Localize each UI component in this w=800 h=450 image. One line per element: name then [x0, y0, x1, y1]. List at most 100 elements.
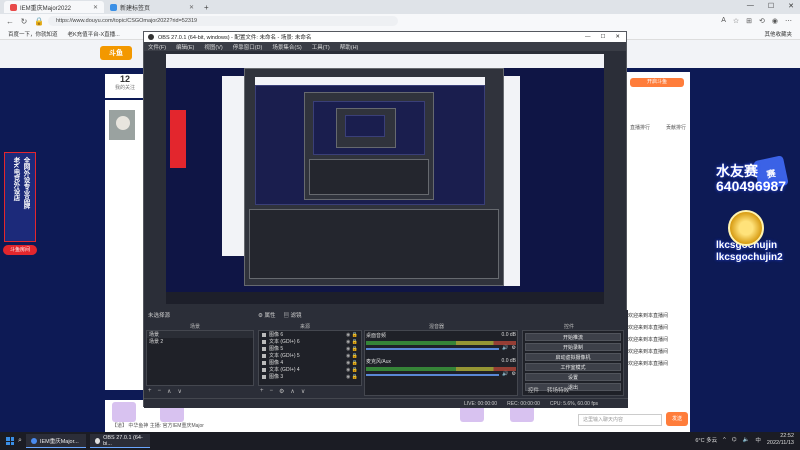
- menu-scene-collection[interactable]: 场景集合(S): [272, 43, 301, 51]
- source-item[interactable]: 图像 6 ◉ 🔒: [259, 331, 361, 338]
- ime-indicator[interactable]: 中: [755, 436, 761, 444]
- start-streaming-button[interactable]: 开始推流: [525, 333, 621, 341]
- move-down-button[interactable]: ∨: [301, 388, 305, 395]
- settings-button[interactable]: 设置: [525, 373, 621, 381]
- network-icon[interactable]: ⌬: [732, 437, 737, 443]
- windows-start-icon[interactable]: [6, 437, 14, 445]
- gift-icon[interactable]: [112, 402, 136, 422]
- weather-text[interactable]: 6°C 多云: [695, 436, 717, 444]
- obs-preview-canvas[interactable]: [166, 54, 604, 304]
- obs-window: OBS 27.0.1 (64-bit, windows) - 配置文件: 未命名…: [143, 31, 628, 408]
- douyu-logo[interactable]: 斗鱼: [100, 46, 132, 60]
- tab-transitions[interactable]: 转场特效: [547, 386, 569, 394]
- back-arrow-icon[interactable]: ←: [6, 17, 14, 26]
- source-item[interactable]: 文本 (GDI+) 6 ◉ 🔒: [259, 338, 361, 345]
- browser-tab-inactive[interactable]: 新建标签页 ✕: [104, 1, 200, 13]
- speaker-icon[interactable]: 🔊: [502, 345, 508, 351]
- clock[interactable]: 22:52 2022/11/13: [767, 433, 794, 447]
- chat-input[interactable]: 这里输入聊天内容: [578, 414, 662, 426]
- other-bookmarks[interactable]: 其他收藏夹: [764, 30, 792, 38]
- url-field[interactable]: https://www.douyu.com/topic/CSGOmajor202…: [48, 16, 398, 26]
- source-settings-icon[interactable]: ⚙: [279, 388, 284, 395]
- minimize-button[interactable]: —: [747, 2, 754, 10]
- mixer-channel-name: 麦克风/Aux: [366, 359, 392, 365]
- move-up-button[interactable]: ∧: [167, 388, 171, 395]
- source-item[interactable]: 图像 5 ◉ 🔒: [259, 345, 361, 352]
- volume-icon[interactable]: 🔈: [743, 437, 750, 443]
- scenes-panel: 场景 场景 2: [146, 330, 254, 386]
- eye-icon[interactable]: ◉ 🔒: [346, 374, 361, 380]
- add-scene-button[interactable]: +: [148, 388, 152, 395]
- menu-help[interactable]: 帮助(H): [340, 43, 359, 51]
- menu-view[interactable]: 视图(V): [204, 43, 222, 51]
- close-tab-icon[interactable]: ✕: [93, 4, 98, 11]
- history-icon[interactable]: ⟲: [759, 17, 765, 25]
- source-item[interactable]: 图像 4 ◉ 🔒: [259, 359, 361, 366]
- browser-tab-active[interactable]: IEM重庆Major2022 ✕: [4, 1, 104, 13]
- new-tab-button[interactable]: +: [204, 3, 209, 12]
- obs-statusbar: LIVE: 00:00:00 REC: 00:00:00 CPU: 5.6%, …: [144, 398, 628, 408]
- douyu-room-badge[interactable]: 斗鱼房间: [3, 245, 37, 255]
- filters-button[interactable]: ▤ 滤镜: [283, 311, 301, 319]
- start-recording-button[interactable]: 开始录制: [525, 343, 621, 351]
- follow-card[interactable]: 12 我的关注: [105, 74, 145, 98]
- menu-file[interactable]: 文件(F): [148, 43, 166, 51]
- scene-item[interactable]: 场景: [147, 331, 253, 338]
- favorite-star-icon[interactable]: ☆: [733, 17, 739, 25]
- move-up-button[interactable]: ∧: [290, 388, 294, 395]
- read-aloud-icon[interactable]: A: [721, 17, 726, 25]
- source-item[interactable]: 图像 3 ◉ 🔒: [259, 373, 361, 380]
- eye-icon[interactable]: ◉ 🔒: [346, 360, 361, 366]
- menu-docks[interactable]: 停靠窗口(D): [233, 43, 263, 51]
- menu-edit[interactable]: 编辑(E): [176, 43, 194, 51]
- close-tab-icon[interactable]: ✕: [189, 4, 194, 11]
- maximize-button[interactable]: ☐: [768, 2, 774, 10]
- tab-stream-rank[interactable]: 直播排行: [630, 124, 650, 131]
- collections-icon[interactable]: ⊞: [746, 17, 752, 25]
- remove-source-button[interactable]: −: [270, 388, 274, 395]
- properties-button[interactable]: ⚙ 属性: [258, 311, 275, 319]
- studio-mode-button[interactable]: 工作室模式: [525, 363, 621, 371]
- source-item[interactable]: 文本 (GDI+) 5 ◉ 🔒: [259, 352, 361, 359]
- lock-icon: 🔒: [34, 16, 44, 26]
- eye-icon[interactable]: ◉ 🔒: [346, 353, 361, 359]
- open-douyu-button[interactable]: 开启斗鱼: [630, 78, 684, 87]
- obs-maximize-button[interactable]: ☐: [600, 34, 605, 40]
- tab-contrib-rank[interactable]: 贡献排行: [666, 124, 686, 131]
- scene-item[interactable]: 场景 2: [147, 338, 253, 345]
- refresh-icon[interactable]: ↻: [20, 17, 28, 26]
- eye-icon[interactable]: ◉ 🔒: [346, 332, 361, 338]
- taskbar-obs-item[interactable]: OBS 27.0.1 (64-bi...: [89, 434, 150, 448]
- send-button[interactable]: 发送: [666, 412, 688, 426]
- source-item[interactable]: 文本 (GDI+) 4 ◉ 🔒: [259, 366, 361, 373]
- obs-close-button[interactable]: ✕: [615, 34, 620, 40]
- bookmark-item[interactable]: 百度一下，你就知道: [8, 30, 58, 38]
- chat-line: 欢迎来到本直播间: [628, 337, 669, 343]
- follow-count: 12: [119, 74, 130, 84]
- obs-minimize-button[interactable]: —: [585, 34, 591, 40]
- taskbar-browser-item[interactable]: IEM重庆Major...: [25, 434, 86, 448]
- gear-icon[interactable]: ⚙: [512, 345, 516, 351]
- live-timer: LIVE: 00:00:00: [464, 400, 498, 407]
- gear-icon[interactable]: ⚙: [512, 371, 516, 377]
- remove-scene-button[interactable]: −: [158, 388, 162, 395]
- search-icon[interactable]: ⌕: [18, 437, 22, 445]
- chevron-up-icon[interactable]: ^: [723, 437, 726, 443]
- move-down-button[interactable]: ∨: [177, 388, 181, 395]
- bookmark-item[interactable]: 老K充值平台-X直播...: [68, 30, 120, 38]
- eye-icon[interactable]: ◉ 🔒: [346, 339, 361, 345]
- add-source-button[interactable]: +: [260, 388, 264, 395]
- volume-slider[interactable]: [366, 348, 500, 350]
- streamer-avatar-thumbnail[interactable]: [107, 108, 137, 142]
- eye-icon[interactable]: ◉ 🔒: [346, 367, 361, 373]
- eye-icon[interactable]: ◉ 🔒: [346, 346, 361, 352]
- speaker-icon[interactable]: 🔊: [502, 371, 508, 377]
- shop-vertical-banner[interactable]: 老K电竞外设店 全网外设专业品牌: [4, 152, 36, 242]
- volume-slider[interactable]: [366, 374, 500, 376]
- menu-tools[interactable]: 工具(T): [312, 43, 330, 51]
- close-window-button[interactable]: ✕: [788, 2, 794, 10]
- profile-icon[interactable]: ◉: [772, 17, 778, 25]
- tab-controls[interactable]: 控件: [528, 386, 539, 394]
- virtual-camera-button[interactable]: 启动虚拟摄像机: [525, 353, 621, 361]
- menu-dots-icon[interactable]: ⋯: [785, 17, 792, 25]
